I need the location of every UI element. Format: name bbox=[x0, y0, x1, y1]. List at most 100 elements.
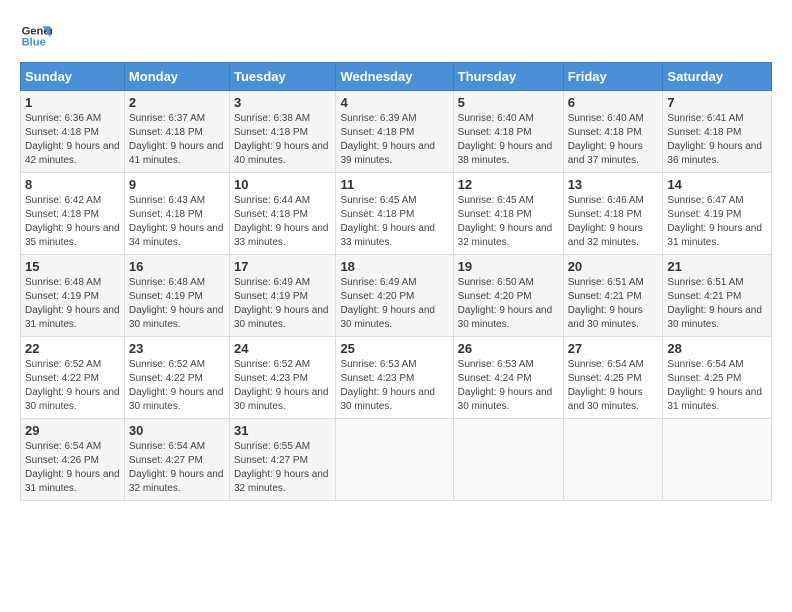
day-info: Sunrise: 6:40 AMSunset: 4:18 PMDaylight:… bbox=[458, 112, 559, 168]
day-number: 4 bbox=[340, 95, 448, 110]
day-number: 23 bbox=[129, 341, 225, 356]
calendar-cell: 29 Sunrise: 6:54 AMSunset: 4:26 PMDayligh… bbox=[21, 419, 125, 501]
day-info: Sunrise: 6:49 AMSunset: 4:20 PMDaylight:… bbox=[340, 276, 448, 332]
day-info: Sunrise: 6:54 AMSunset: 4:25 PMDaylight:… bbox=[667, 358, 767, 414]
calendar-cell: 7 Sunrise: 6:41 AMSunset: 4:18 PMDaylight… bbox=[663, 91, 772, 173]
day-info: Sunrise: 6:36 AMSunset: 4:18 PMDaylight:… bbox=[25, 112, 120, 168]
day-info: Sunrise: 6:51 AMSunset: 4:21 PMDaylight:… bbox=[667, 276, 767, 332]
header-day-monday: Monday bbox=[124, 63, 229, 91]
day-info: Sunrise: 6:52 AMSunset: 4:22 PMDaylight:… bbox=[25, 358, 120, 414]
day-number: 25 bbox=[340, 341, 448, 356]
day-info: Sunrise: 6:52 AMSunset: 4:23 PMDaylight:… bbox=[234, 358, 331, 414]
day-number: 21 bbox=[667, 259, 767, 274]
svg-text:Blue: Blue bbox=[22, 37, 46, 49]
day-number: 20 bbox=[568, 259, 659, 274]
calendar-cell: 27 Sunrise: 6:54 AMSunset: 4:25 PMDayligh… bbox=[563, 337, 663, 419]
header-day-friday: Friday bbox=[563, 63, 663, 91]
day-info: Sunrise: 6:54 AMSunset: 4:27 PMDaylight:… bbox=[129, 440, 225, 496]
day-number: 24 bbox=[234, 341, 331, 356]
day-number: 19 bbox=[458, 259, 559, 274]
day-number: 1 bbox=[25, 95, 120, 110]
day-info: Sunrise: 6:45 AMSunset: 4:18 PMDaylight:… bbox=[340, 194, 448, 250]
calendar-cell: 3 Sunrise: 6:38 AMSunset: 4:18 PMDaylight… bbox=[229, 91, 335, 173]
day-number: 10 bbox=[234, 177, 331, 192]
logo: General Blue bbox=[20, 20, 52, 52]
day-number: 9 bbox=[129, 177, 225, 192]
calendar-cell: 30Sunrise: 6:54 AMSunset: 4:27 PMDayligh… bbox=[124, 419, 229, 501]
day-info: Sunrise: 6:55 AMSunset: 4:27 PMDaylight:… bbox=[234, 440, 331, 496]
calendar-week-4: 22 Sunrise: 6:52 AMSunset: 4:22 PMDayligh… bbox=[21, 337, 772, 419]
day-number: 16 bbox=[129, 259, 225, 274]
calendar-table: SundayMondayTuesdayWednesdayThursdayFrid… bbox=[20, 62, 772, 501]
calendar-cell: 15Sunrise: 6:48 AMSunset: 4:19 PMDayligh… bbox=[21, 255, 125, 337]
day-info: Sunrise: 6:53 AMSunset: 4:23 PMDaylight:… bbox=[340, 358, 448, 414]
day-info: Sunrise: 6:41 AMSunset: 4:18 PMDaylight:… bbox=[667, 112, 767, 168]
calendar-week-5: 29 Sunrise: 6:54 AMSunset: 4:26 PMDayligh… bbox=[21, 419, 772, 501]
day-info: Sunrise: 6:49 AMSunset: 4:19 PMDaylight:… bbox=[234, 276, 331, 332]
day-number: 18 bbox=[340, 259, 448, 274]
day-info: Sunrise: 6:48 AMSunset: 4:19 PMDaylight:… bbox=[129, 276, 225, 332]
calendar-cell: 25 Sunrise: 6:53 AMSunset: 4:23 PMDayligh… bbox=[336, 337, 453, 419]
header-day-saturday: Saturday bbox=[663, 63, 772, 91]
calendar-cell: 12Sunrise: 6:45 AMSunset: 4:18 PMDayligh… bbox=[453, 173, 563, 255]
header-day-tuesday: Tuesday bbox=[229, 63, 335, 91]
calendar-body: 1 Sunrise: 6:36 AMSunset: 4:18 PMDaylight… bbox=[21, 91, 772, 501]
calendar-cell: 24 Sunrise: 6:52 AMSunset: 4:23 PMDayligh… bbox=[229, 337, 335, 419]
page-header: General Blue bbox=[20, 20, 772, 52]
day-number: 5 bbox=[458, 95, 559, 110]
calendar-cell: 22 Sunrise: 6:52 AMSunset: 4:22 PMDayligh… bbox=[21, 337, 125, 419]
calendar-week-1: 1 Sunrise: 6:36 AMSunset: 4:18 PMDaylight… bbox=[21, 91, 772, 173]
calendar-cell: 14 Sunrise: 6:47 AMSunset: 4:19 PMDayligh… bbox=[663, 173, 772, 255]
calendar-cell bbox=[663, 419, 772, 501]
day-info: Sunrise: 6:38 AMSunset: 4:18 PMDaylight:… bbox=[234, 112, 331, 168]
header-day-sunday: Sunday bbox=[21, 63, 125, 91]
day-info: Sunrise: 6:47 AMSunset: 4:19 PMDaylight:… bbox=[667, 194, 767, 250]
day-info: Sunrise: 6:40 AMSunset: 4:18 PMDaylight:… bbox=[568, 112, 659, 168]
calendar-cell: 1 Sunrise: 6:36 AMSunset: 4:18 PMDaylight… bbox=[21, 91, 125, 173]
day-info: Sunrise: 6:53 AMSunset: 4:24 PMDaylight:… bbox=[458, 358, 559, 414]
day-number: 31 bbox=[234, 423, 331, 438]
day-number: 7 bbox=[667, 95, 767, 110]
calendar-cell: 10 Sunrise: 6:44 AMSunset: 4:18 PMDayligh… bbox=[229, 173, 335, 255]
day-number: 17 bbox=[234, 259, 331, 274]
day-number: 14 bbox=[667, 177, 767, 192]
day-info: Sunrise: 6:54 AMSunset: 4:25 PMDaylight:… bbox=[568, 358, 659, 414]
day-number: 2 bbox=[129, 95, 225, 110]
calendar-cell: 11Sunrise: 6:45 AMSunset: 4:18 PMDayligh… bbox=[336, 173, 453, 255]
calendar-cell bbox=[563, 419, 663, 501]
header-day-wednesday: Wednesday bbox=[336, 63, 453, 91]
day-info: Sunrise: 6:51 AMSunset: 4:21 PMDaylight:… bbox=[568, 276, 659, 332]
calendar-cell bbox=[453, 419, 563, 501]
calendar-week-2: 8Sunrise: 6:42 AMSunset: 4:18 PMDaylight… bbox=[21, 173, 772, 255]
day-info: Sunrise: 6:44 AMSunset: 4:18 PMDaylight:… bbox=[234, 194, 331, 250]
day-info: Sunrise: 6:42 AMSunset: 4:18 PMDaylight:… bbox=[25, 194, 120, 250]
day-number: 27 bbox=[568, 341, 659, 356]
day-info: Sunrise: 6:54 AMSunset: 4:26 PMDaylight:… bbox=[25, 440, 120, 496]
day-info: Sunrise: 6:37 AMSunset: 4:18 PMDaylight:… bbox=[129, 112, 225, 168]
calendar-header: SundayMondayTuesdayWednesdayThursdayFrid… bbox=[21, 63, 772, 91]
calendar-cell: 5 Sunrise: 6:40 AMSunset: 4:18 PMDaylight… bbox=[453, 91, 563, 173]
calendar-cell: 18 Sunrise: 6:49 AMSunset: 4:20 PMDayligh… bbox=[336, 255, 453, 337]
calendar-cell: 23Sunrise: 6:52 AMSunset: 4:22 PMDayligh… bbox=[124, 337, 229, 419]
logo-icon: General Blue bbox=[20, 20, 52, 52]
calendar-cell: 17 Sunrise: 6:49 AMSunset: 4:19 PMDayligh… bbox=[229, 255, 335, 337]
calendar-cell: 4 Sunrise: 6:39 AMSunset: 4:18 PMDaylight… bbox=[336, 91, 453, 173]
header-day-thursday: Thursday bbox=[453, 63, 563, 91]
calendar-cell: 8Sunrise: 6:42 AMSunset: 4:18 PMDaylight… bbox=[21, 173, 125, 255]
day-number: 22 bbox=[25, 341, 120, 356]
day-info: Sunrise: 6:50 AMSunset: 4:20 PMDaylight:… bbox=[458, 276, 559, 332]
calendar-cell: 31 Sunrise: 6:55 AMSunset: 4:27 PMDayligh… bbox=[229, 419, 335, 501]
calendar-cell: 6 Sunrise: 6:40 AMSunset: 4:18 PMDaylight… bbox=[563, 91, 663, 173]
day-number: 15 bbox=[25, 259, 120, 274]
calendar-week-3: 15 Sunrise: 6:48 AMSunset: 4:19 PMDayligh… bbox=[21, 255, 772, 337]
day-number: 3 bbox=[234, 95, 331, 110]
calendar-cell: 16 Sunrise: 6:48 AMSunset: 4:19 PMDayligh… bbox=[124, 255, 229, 337]
day-info: Sunrise: 6:43 AMSunset: 4:18 PMDaylight:… bbox=[129, 194, 225, 250]
day-number: 13 bbox=[568, 177, 659, 192]
day-number: 6 bbox=[568, 95, 659, 110]
day-number: 29 bbox=[25, 423, 120, 438]
calendar-cell: 21 Sunrise: 6:51 AMSunset: 4:21 PMDayligh… bbox=[663, 255, 772, 337]
day-number: 12 bbox=[458, 177, 559, 192]
calendar-cell: 2 Sunrise: 6:37 AMSunset: 4:18 PMDaylight… bbox=[124, 91, 229, 173]
day-info: Sunrise: 6:39 AMSunset: 4:18 PMDaylight:… bbox=[340, 112, 448, 168]
